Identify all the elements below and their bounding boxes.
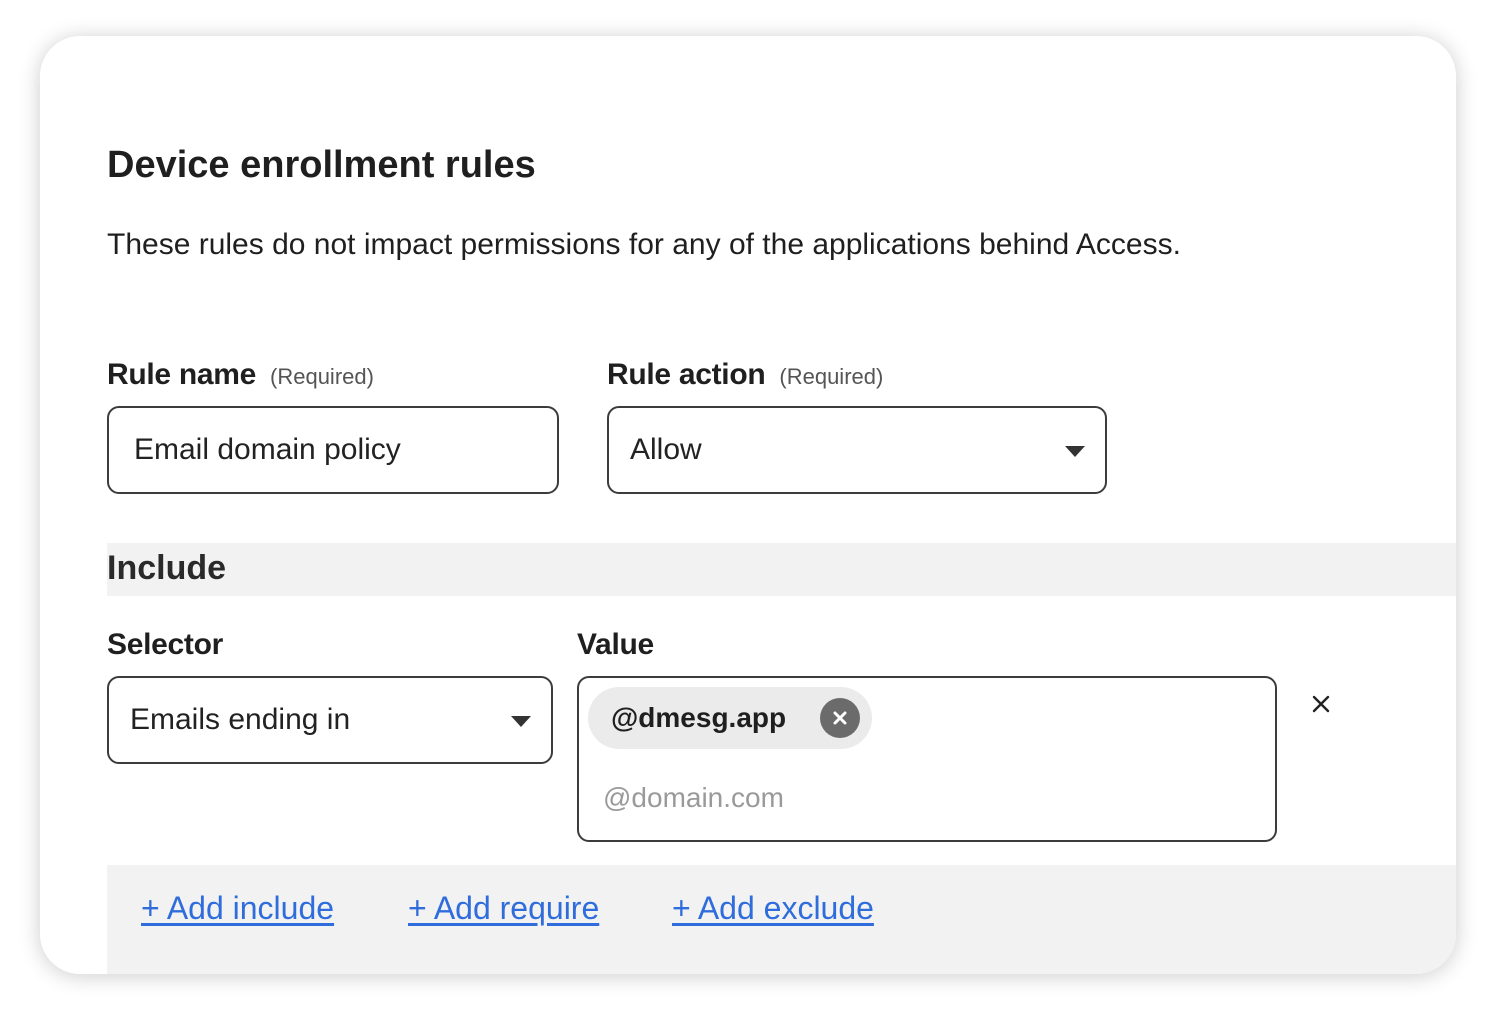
value-tag-input[interactable]: @dmesg.app [577, 676, 1277, 842]
include-section-header: Include [107, 543, 1456, 596]
add-require-link[interactable]: + Add require [408, 890, 599, 927]
device-enrollment-card: Device enrollment rules These rules do n… [40, 36, 1456, 974]
close-icon[interactable] [1308, 691, 1334, 717]
rule-action-label-text: Rule action [607, 358, 766, 391]
value-chip-label: @dmesg.app [611, 702, 787, 733]
rule-action-label: Rule action (Required) [607, 358, 883, 392]
selector-value: Emails ending in [130, 703, 351, 736]
value-chip: @dmesg.app [588, 687, 872, 749]
add-exclude-link[interactable]: + Add exclude [672, 890, 874, 927]
chevron-down-icon [1065, 446, 1085, 457]
rule-name-required-hint: (Required) [270, 364, 374, 389]
rule-name-value: Email domain policy [134, 433, 401, 466]
page-title: Device enrollment rules [107, 144, 536, 186]
rule-action-required-hint: (Required) [779, 364, 884, 389]
rule-action-select[interactable]: Allow [607, 406, 1107, 494]
rule-name-label: Rule name (Required) [107, 358, 374, 392]
rule-name-label-text: Rule name [107, 358, 257, 391]
rule-name-input[interactable]: Email domain policy [107, 406, 559, 494]
close-circle-icon[interactable] [820, 698, 860, 738]
chevron-down-icon [511, 716, 531, 727]
selector-select[interactable]: Emails ending in [107, 676, 553, 764]
add-include-link[interactable]: + Add include [141, 890, 334, 927]
rule-action-value: Allow [630, 433, 702, 466]
page-description: These rules do not impact permissions fo… [107, 228, 1181, 261]
include-heading: Include [107, 549, 227, 587]
value-label: Value [577, 628, 654, 661]
value-entry-field[interactable] [603, 782, 1203, 814]
selector-label: Selector [107, 628, 223, 661]
rule-actions-bar: + Add include + Add require + Add exclud… [107, 865, 1456, 974]
